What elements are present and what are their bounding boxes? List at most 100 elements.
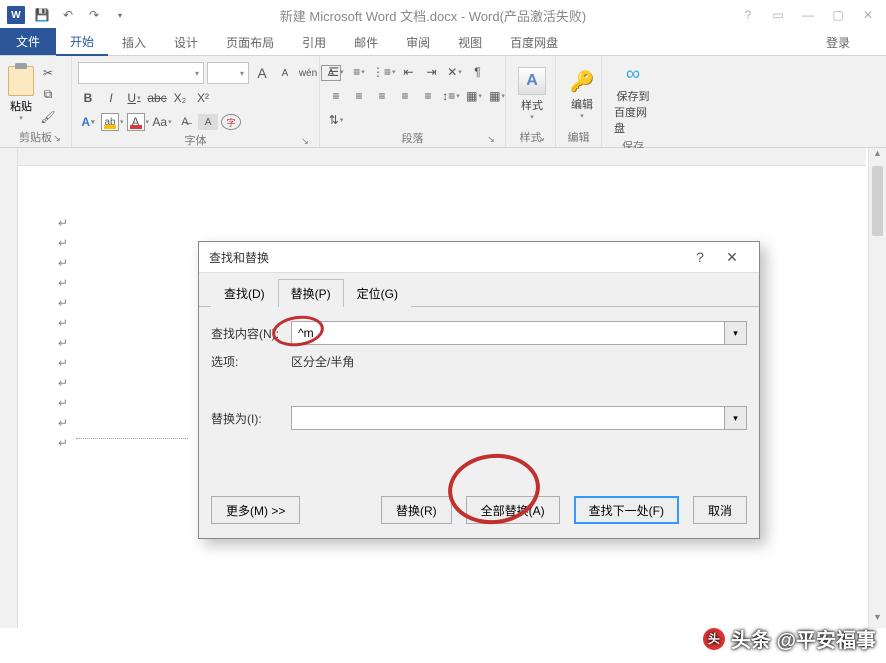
show-marks-icon[interactable]: ¶ xyxy=(468,62,488,82)
grow-font-icon[interactable]: A xyxy=(252,63,272,83)
numbering-icon[interactable]: ≡ xyxy=(349,62,369,82)
superscript-button[interactable]: X² xyxy=(193,88,213,108)
minimize-icon[interactable]: — xyxy=(794,3,822,27)
qat-more-icon[interactable]: ▾ xyxy=(108,3,132,27)
clear-format-icon[interactable]: A̶ xyxy=(175,112,195,132)
font-size-combo[interactable]: ▾ xyxy=(207,62,249,84)
clipboard-launcher[interactable]: ↘ xyxy=(51,133,63,145)
tab-baidu[interactable]: 百度网盘 xyxy=(496,30,572,55)
styles-button[interactable]: A样式▾ xyxy=(512,65,552,123)
tab-goto-dialog[interactable]: 定位(G) xyxy=(344,279,411,307)
paragraph-launcher[interactable]: ↘ xyxy=(485,134,497,146)
font-color-icon[interactable]: A xyxy=(127,112,150,132)
cut-icon[interactable]: ✂ xyxy=(39,64,57,82)
watermark: 头 头条 @平安福事 xyxy=(703,624,876,653)
options-label: 选项: xyxy=(211,353,291,370)
text-effects-icon[interactable]: A xyxy=(78,112,98,132)
replace-dropdown-icon[interactable]: ▾ xyxy=(725,406,747,430)
paragraph-mark: ↵ xyxy=(58,396,68,410)
find-dropdown-icon[interactable]: ▾ xyxy=(725,321,747,345)
paragraph-mark: ↵ xyxy=(58,376,68,390)
group-editing: 编辑 xyxy=(562,129,595,147)
align-center-icon[interactable]: ≡ xyxy=(349,86,369,106)
redo-icon[interactable]: ↷ xyxy=(82,3,106,27)
decrease-indent-icon[interactable]: ⇤ xyxy=(399,62,419,82)
close-icon[interactable]: ✕ xyxy=(854,3,882,27)
tab-find-dialog[interactable]: 查找(D) xyxy=(211,279,278,307)
group-clipboard: 剪贴板 xyxy=(19,132,52,144)
cancel-button[interactable]: 取消 xyxy=(693,496,747,524)
subscript-button[interactable]: X₂ xyxy=(170,88,190,108)
bold-button[interactable]: B xyxy=(78,88,98,108)
replace-button[interactable]: 替换(R) xyxy=(381,496,452,524)
justify-icon[interactable]: ≡ xyxy=(395,86,415,106)
underline-button[interactable]: U xyxy=(124,88,144,108)
paragraph-mark: ↵ xyxy=(58,296,68,310)
tab-layout[interactable]: 页面布局 xyxy=(212,30,288,55)
increase-indent-icon[interactable]: ⇥ xyxy=(422,62,442,82)
tab-design[interactable]: 设计 xyxy=(160,30,212,55)
dialog-help-icon[interactable]: ? xyxy=(685,249,715,265)
align-right-icon[interactable]: ≡ xyxy=(372,86,392,106)
word-app-icon: W xyxy=(4,3,28,27)
tab-view[interactable]: 视图 xyxy=(444,30,496,55)
font-name-combo[interactable]: ▾ xyxy=(78,62,204,84)
login-link[interactable]: 登录 xyxy=(818,30,858,55)
scroll-up-icon[interactable]: ▲ xyxy=(869,148,886,164)
find-content-input[interactable] xyxy=(291,321,725,345)
align-left-icon[interactable]: ≡ xyxy=(326,86,346,106)
change-case-icon[interactable]: Aa xyxy=(152,112,172,132)
strikethrough-button[interactable]: abc xyxy=(147,88,167,108)
phonetic-icon[interactable]: wén xyxy=(298,63,318,83)
maximize-icon[interactable]: ▢ xyxy=(824,3,852,27)
paragraph-mark: ↵ xyxy=(58,216,68,230)
undo-icon[interactable]: ↶ xyxy=(56,3,80,27)
shading-icon[interactable]: ▦ xyxy=(464,86,484,106)
bullets-icon[interactable]: ☰ xyxy=(326,62,346,82)
borders-icon[interactable]: ▦ xyxy=(487,86,507,106)
styles-icon: A xyxy=(518,67,546,95)
find-next-button[interactable]: 查找下一处(F) xyxy=(574,496,679,524)
sort-icon-2[interactable]: ⇅ xyxy=(326,110,346,130)
clipboard-icon xyxy=(8,66,34,96)
tab-review[interactable]: 审阅 xyxy=(392,30,444,55)
multilevel-icon[interactable]: ⋮≡ xyxy=(372,62,396,82)
distribute-icon[interactable]: ≡ xyxy=(418,86,438,106)
replace-with-input[interactable] xyxy=(291,406,725,430)
more-button[interactable]: 更多(M) >> xyxy=(211,496,300,524)
group-font: 字体 xyxy=(185,135,207,147)
tab-mailings[interactable]: 邮件 xyxy=(340,30,392,55)
paragraph-mark: ↵ xyxy=(58,276,68,290)
tab-file[interactable]: 文件 xyxy=(0,28,56,55)
paste-button[interactable]: 粘贴 ▾ xyxy=(6,64,36,124)
font-launcher[interactable]: ↘ xyxy=(299,136,311,148)
tab-references[interactable]: 引用 xyxy=(288,30,340,55)
copy-icon[interactable]: ⧉ xyxy=(39,86,57,104)
find-replace-dialog: 查找和替换 ? ✕ 查找(D) 替换(P) 定位(G) 查找内容(N): ▾ 选… xyxy=(198,241,760,539)
tab-replace-dialog[interactable]: 替换(P) xyxy=(278,279,344,307)
styles-launcher[interactable]: ↘ xyxy=(535,133,547,145)
replace-with-label: 替换为(I): xyxy=(211,410,291,427)
help-icon[interactable]: ? xyxy=(734,3,762,27)
horizontal-ruler xyxy=(18,148,866,166)
dialog-close-icon[interactable]: ✕ xyxy=(715,249,749,266)
line-spacing-icon[interactable]: ↕≡ xyxy=(441,86,461,106)
save-icon[interactable]: 💾 xyxy=(30,3,54,27)
shrink-font-icon[interactable]: A xyxy=(275,63,295,83)
format-painter-icon[interactable]: 🖌 xyxy=(39,108,57,126)
italic-button[interactable]: I xyxy=(101,88,121,108)
baidu-save-button[interactable]: ∞保存到百度网盘 xyxy=(608,58,658,138)
enclose-char-icon[interactable]: 字 xyxy=(221,114,241,130)
tab-insert[interactable]: 插入 xyxy=(108,30,160,55)
replace-all-button[interactable]: 全部替换(A) xyxy=(466,496,560,524)
find-icon: 🔑 xyxy=(568,68,596,96)
editing-button[interactable]: 🔑编辑▾ xyxy=(562,66,602,122)
ribbon-display-icon[interactable]: ▭ xyxy=(764,3,792,27)
tab-home[interactable]: 开始 xyxy=(56,29,108,56)
paragraph-mark: ↵ xyxy=(58,356,68,370)
vertical-scrollbar[interactable]: ▲ ▼ xyxy=(868,148,886,628)
scroll-thumb[interactable] xyxy=(872,166,883,236)
highlight-icon[interactable]: ab xyxy=(101,112,124,132)
char-shading-icon[interactable]: A xyxy=(198,114,218,130)
asian-layout-icon[interactable]: ✕ xyxy=(445,62,465,82)
